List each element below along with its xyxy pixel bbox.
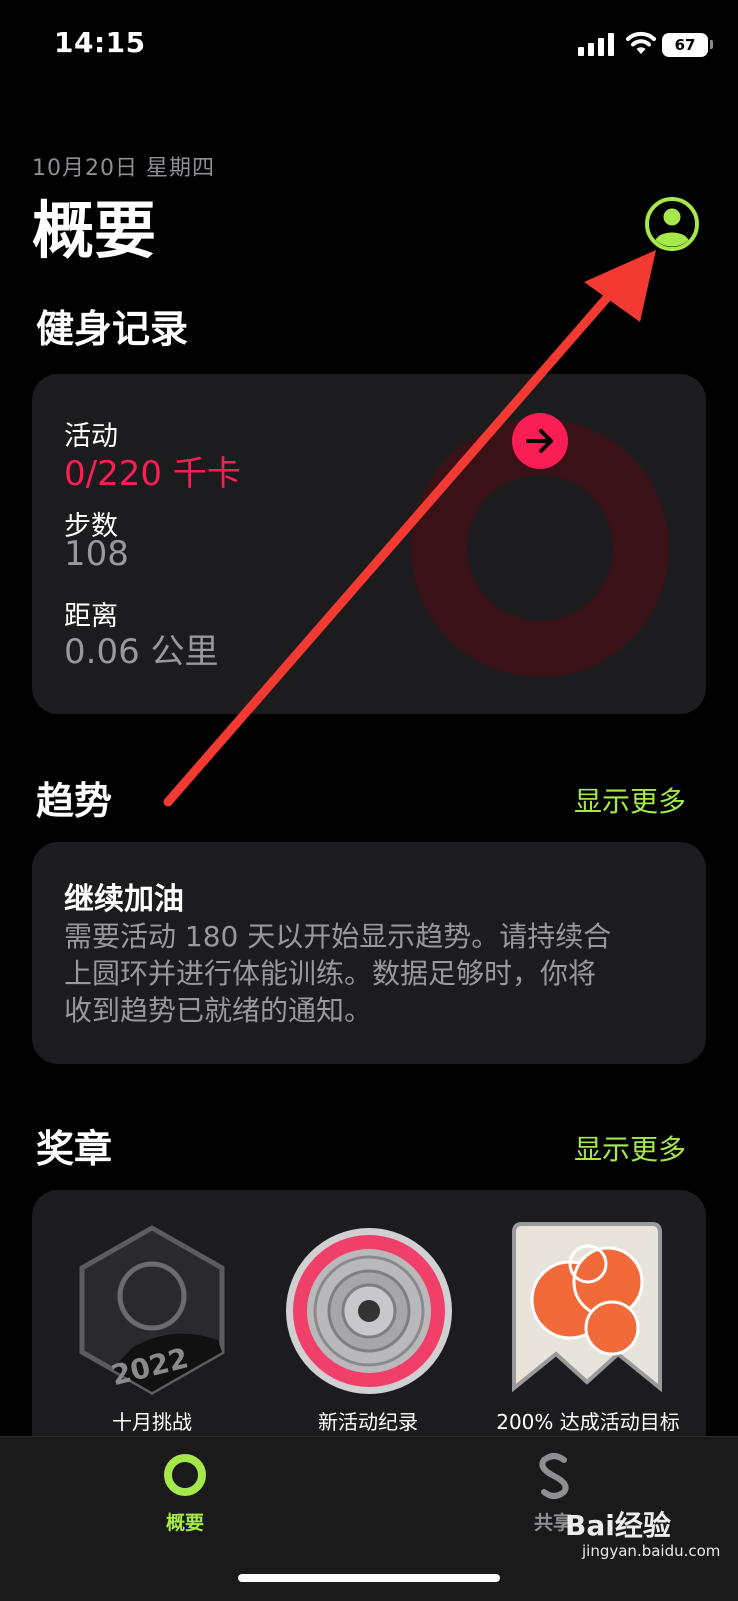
baidu-watermark-url: jingyan.baidu.com xyxy=(582,1542,721,1560)
hexagon-2022-badge-icon[interactable]: 2022 xyxy=(72,1224,232,1396)
wifi-icon xyxy=(626,31,656,54)
awards-show-more-link[interactable]: 显示更多 xyxy=(574,1128,686,1168)
trends-card[interactable]: 继续加油 需要活动 180 天以开始显示趋势。请持续合 上圆环并进行体能训练。数… xyxy=(32,842,706,1064)
person-circle-icon[interactable] xyxy=(644,196,700,252)
trends-card-line3: 收到趋势已就绪的通知。 xyxy=(64,994,373,1027)
trends-section-title: 趋势 xyxy=(36,779,113,823)
arrow-right-icon xyxy=(526,429,553,453)
award-label-200-percent-goal: 200% 达成活动目标 xyxy=(496,1410,680,1434)
distance-value: 0.06 公里 xyxy=(64,632,219,672)
trends-card-line2: 上圆环并进行体能训练。数据足够时，你将 xyxy=(64,957,597,990)
battery-indicator: 67 xyxy=(662,33,708,57)
sharing-s-icon xyxy=(539,1453,569,1499)
page-title: 概要 xyxy=(32,194,157,267)
status-time: 14:15 xyxy=(54,26,146,59)
home-indicator[interactable] xyxy=(238,1574,500,1582)
pink-record-badge-icon[interactable] xyxy=(284,1226,454,1396)
activity-value: 0/220 千卡 xyxy=(64,454,241,494)
tab-summary[interactable]: 概要 xyxy=(140,1452,230,1552)
activity-ring-icon xyxy=(164,1454,206,1496)
activity-arrow-button[interactable] xyxy=(512,413,568,469)
steps-value: 108 xyxy=(64,534,129,574)
cellular-signal-icon xyxy=(578,32,614,56)
fitness-section-title: 健身记录 xyxy=(36,307,189,351)
tab-summary-label: 概要 xyxy=(165,1512,204,1534)
trends-card-line1: 需要活动 180 天以开始显示趋势。请持续合 xyxy=(64,920,612,953)
awards-section-title: 奖章 xyxy=(36,1127,113,1171)
orange-200-badge-icon[interactable] xyxy=(508,1222,666,1398)
header-date: 10月20日 星期四 xyxy=(32,156,215,181)
battery-tip xyxy=(710,40,713,49)
baidu-watermark: Bai经验 xyxy=(565,1509,671,1542)
trends-show-more-link[interactable]: 显示更多 xyxy=(574,780,686,820)
award-label-new-move-record: 新活动纪录 xyxy=(318,1410,418,1434)
award-label-october-challenge: 十月挑战 xyxy=(112,1410,192,1434)
trends-card-title: 继续加油 xyxy=(64,882,184,917)
